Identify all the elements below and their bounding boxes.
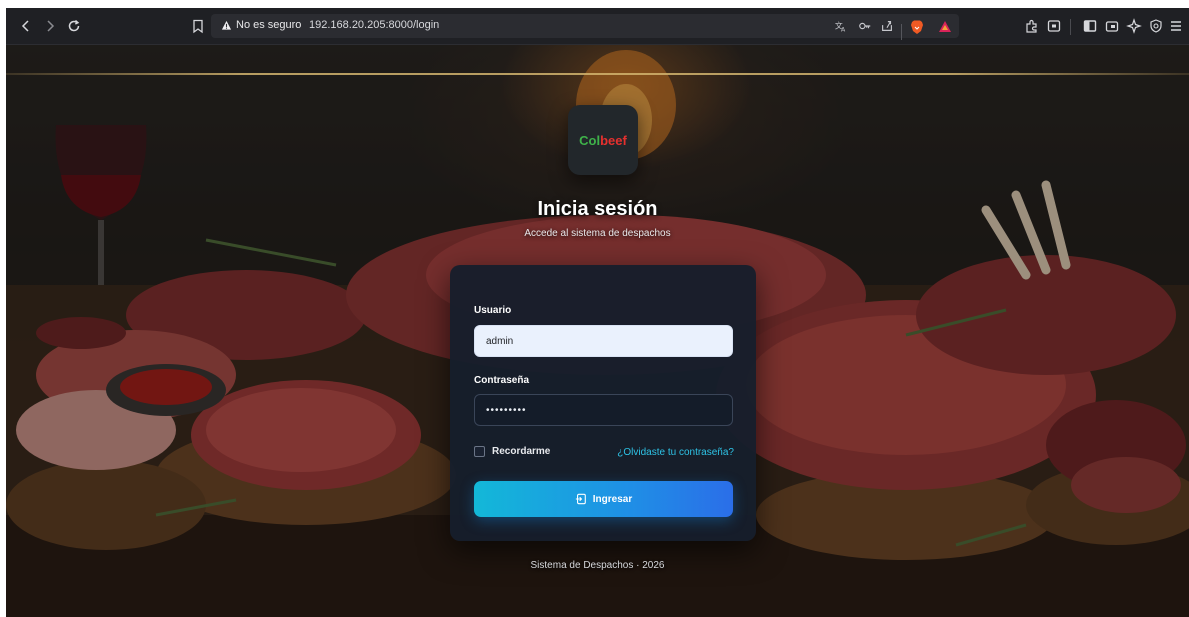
login-button-label: Ingresar xyxy=(592,493,633,505)
brave-rewards-icon[interactable] xyxy=(937,19,953,35)
logo-text-beef: beef xyxy=(600,132,627,148)
url-text[interactable]: 192.168.20.205:8000/login xyxy=(309,19,439,31)
security-label: No es seguro xyxy=(236,19,302,31)
colbeef-logo: Col beef xyxy=(568,105,638,175)
forward-icon[interactable] xyxy=(38,14,62,38)
brave-shields-icon[interactable] xyxy=(909,19,925,35)
translate-icon[interactable]: 文A xyxy=(833,18,849,34)
wallet-icon[interactable] xyxy=(1042,14,1066,38)
username-label: Usuario xyxy=(474,305,512,316)
toolbar-separator xyxy=(1070,19,1071,35)
remember-checkbox[interactable] xyxy=(474,446,485,457)
remember-me[interactable]: Recordarme xyxy=(474,446,550,457)
svg-text:A: A xyxy=(841,26,846,33)
sidebar-icon[interactable] xyxy=(1078,14,1102,38)
share-icon[interactable] xyxy=(879,18,895,34)
browser-toolbar: No es seguro 192.168.20.205:8000/login 文… xyxy=(6,8,1189,45)
login-card: Usuario admin Contraseña ••••••••• Recor… xyxy=(450,265,756,541)
address-bar[interactable]: No es seguro 192.168.20.205:8000/login 文… xyxy=(211,14,959,40)
forgot-password-link[interactable]: ¿Olvidaste tu contraseña? xyxy=(617,447,734,458)
page-subtitle: Accede al sistema de despachos xyxy=(524,228,671,239)
extensions-icon[interactable] xyxy=(1020,14,1044,38)
security-warning[interactable]: No es seguro xyxy=(221,19,301,31)
username-input[interactable]: admin xyxy=(474,325,733,357)
browser-window: No es seguro 192.168.20.205:8000/login 文… xyxy=(6,8,1189,617)
url-separator xyxy=(901,24,902,40)
login-button[interactable]: Ingresar xyxy=(474,481,733,517)
bookmark-icon[interactable] xyxy=(186,14,210,38)
warning-icon xyxy=(221,20,232,30)
back-icon[interactable] xyxy=(14,14,38,38)
login-page: Col beef Inicia sesión Accede al sistema … xyxy=(6,45,1189,617)
password-input[interactable]: ••••••••• xyxy=(474,394,733,426)
decorative-gold-line xyxy=(6,73,1189,75)
reload-icon[interactable] xyxy=(62,14,86,38)
menu-icon[interactable] xyxy=(1164,14,1188,38)
key-icon[interactable] xyxy=(857,18,873,34)
remember-label: Recordarme xyxy=(492,446,551,457)
page-footer: Sistema de Despachos · 2026 xyxy=(530,560,665,571)
leo-ai-icon[interactable] xyxy=(1122,14,1146,38)
tabs-icon[interactable] xyxy=(1100,14,1124,38)
page-title: Inicia sesión xyxy=(537,198,658,220)
password-label: Contraseña xyxy=(474,375,530,386)
logo-text-col: Col xyxy=(579,132,601,148)
login-icon xyxy=(575,493,586,505)
